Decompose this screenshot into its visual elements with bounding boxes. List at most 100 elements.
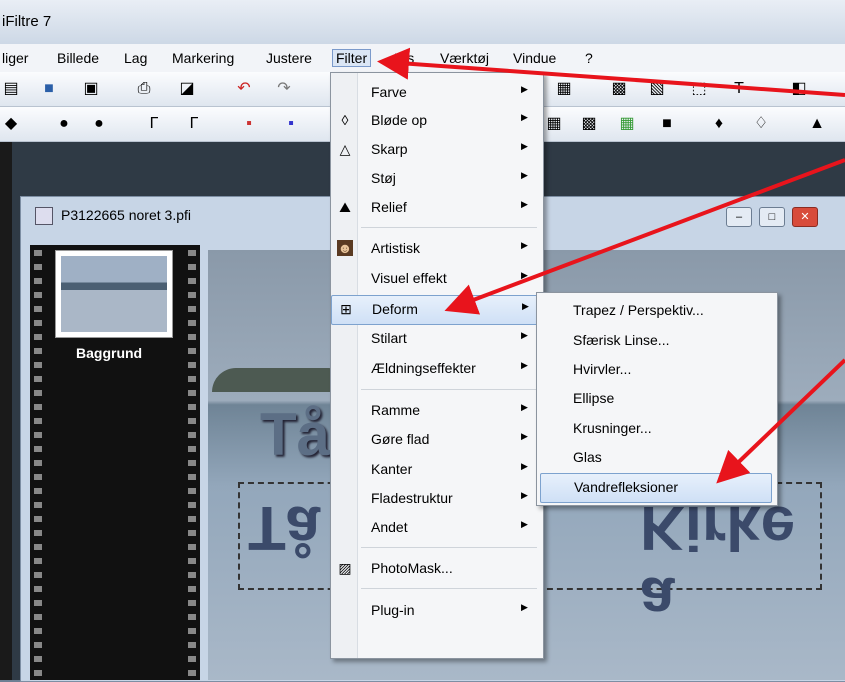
submenu-item-hvirvler[interactable]: Hvirvler...	[537, 356, 777, 384]
menu-vaerktoj[interactable]: Værktøj	[440, 50, 489, 66]
submenu-item-ellipse[interactable]: Ellipse	[537, 385, 777, 413]
menu-item-aeldningseffekter[interactable]: Ældningseffekter ▶	[331, 355, 543, 383]
drop-icon[interactable]: ♦	[710, 115, 728, 133]
menu-item-stoj[interactable]: Støj ▶	[331, 165, 543, 193]
menu-vis[interactable]: Vis	[395, 50, 414, 66]
undo-icon[interactable]: ↶	[235, 80, 253, 98]
tool-icon[interactable]: Γ	[185, 115, 203, 133]
menu-item-label: Plug-in	[371, 602, 415, 618]
submenu-arrow-icon: ▶	[521, 84, 528, 94]
print-icon[interactable]: ⎙	[135, 80, 153, 98]
workspace-strip	[0, 142, 12, 680]
open-icon[interactable]: ▤	[2, 80, 20, 98]
tool-icon[interactable]: ◧	[790, 80, 808, 98]
menu-item-label: Relief	[371, 199, 407, 215]
submenu-arrow-icon: ▶	[521, 270, 528, 280]
submenu-arrow-icon: ▶	[521, 431, 528, 441]
menu-rediger[interactable]: liger	[2, 50, 28, 66]
submenu-arrow-icon: ▶	[521, 240, 528, 250]
film-perforation	[34, 530, 42, 536]
tool-icon[interactable]: ▦	[545, 115, 563, 133]
submenu-item-label: Ellipse	[573, 390, 615, 406]
menu-markering[interactable]: Markering	[172, 50, 234, 66]
menu-item-ramme[interactable]: Ramme ▶	[331, 397, 543, 425]
maximize-button[interactable]: □	[759, 207, 785, 227]
menu-justere[interactable]: Justere	[266, 50, 312, 66]
film-perforation	[34, 348, 42, 354]
menu-item-stilart[interactable]: Stilart ▶	[331, 325, 543, 353]
tool-icon[interactable]: ▦	[618, 115, 636, 133]
submenu-item-label: Krusninger...	[573, 420, 652, 436]
submenu-item-sfaerisk-linse[interactable]: Sfærisk Linse...	[537, 327, 777, 355]
tool-icon[interactable]: ▧	[648, 80, 666, 98]
relief-icon[interactable]: ▲	[808, 115, 826, 133]
document-title: P3122665 noret 3.pfi	[61, 207, 191, 223]
menu-separator	[361, 389, 537, 390]
drop-icon[interactable]: ♢	[752, 115, 770, 133]
film-perforation	[34, 292, 42, 298]
menu-item-farve[interactable]: Farve ▶	[331, 79, 543, 107]
menu-help[interactable]: ?	[585, 50, 593, 66]
menu-item-plug-in[interactable]: Plug-in ▶	[331, 597, 543, 625]
film-perforation	[34, 642, 42, 648]
film-perforation	[34, 544, 42, 550]
tool-icon[interactable]: ■	[658, 115, 676, 133]
film-perforation	[34, 334, 42, 340]
submenu-item-krusninger[interactable]: Krusninger...	[537, 415, 777, 443]
tool-icon[interactable]: ▪	[240, 115, 258, 133]
text-icon[interactable]: T	[730, 80, 748, 98]
save-as-icon[interactable]: ▣	[82, 80, 100, 98]
film-perforation	[34, 432, 42, 438]
film-perforation	[188, 544, 196, 550]
redo-icon[interactable]: ↷	[275, 80, 293, 98]
submenu-item-trapez[interactable]: Trapez / Perspektiv...	[537, 297, 777, 325]
film-perforation	[188, 642, 196, 648]
menu-item-visuel-effekt[interactable]: Visuel effekt ▶	[331, 265, 543, 293]
menu-item-label: Deform	[372, 301, 418, 317]
save-icon[interactable]: ■	[40, 80, 58, 98]
submenu-item-vandrefleksioner[interactable]: Vandrefleksioner	[540, 473, 772, 503]
menu-item-photomask[interactable]: ▨ PhotoMask...	[331, 555, 543, 583]
menu-filter[interactable]: Filter	[332, 49, 372, 67]
menu-separator	[361, 227, 537, 228]
tool-icon[interactable]: Γ	[145, 115, 163, 133]
menu-lag[interactable]: Lag	[124, 50, 147, 66]
close-button[interactable]: ✕	[792, 207, 818, 227]
menu-item-kanter[interactable]: Kanter ▶	[331, 456, 543, 484]
tool-icon[interactable]: ▩	[610, 80, 628, 98]
film-perforation	[188, 362, 196, 368]
deform-submenu: Trapez / Perspektiv... Sfærisk Linse... …	[536, 292, 778, 506]
film-perforation	[188, 278, 196, 284]
film-perforation	[34, 250, 42, 256]
menu-item-fladestruktur[interactable]: Fladestruktur ▶	[331, 485, 543, 513]
tool-icon[interactable]: ◆	[2, 115, 20, 133]
menu-item-label: Ramme	[371, 402, 421, 418]
menu-item-deform[interactable]: ⊞ Deform ▶	[331, 295, 545, 325]
menu-vindue[interactable]: Vindue	[513, 50, 556, 66]
minimize-button[interactable]: –	[726, 207, 752, 227]
menu-item-andet[interactable]: Andet ▶	[331, 514, 543, 542]
tool-icon[interactable]: ▩	[580, 115, 598, 133]
layer-thumbnail[interactable]	[55, 250, 173, 338]
menu-item-label: Skarp	[371, 141, 408, 157]
menu-billede[interactable]: Billede	[57, 50, 99, 66]
reflection-text-left: Tå	[248, 493, 321, 562]
menu-item-blode-op[interactable]: ◊ Bløde op ▶	[331, 107, 543, 135]
tool-icon[interactable]: ●	[90, 115, 108, 133]
tool-icon[interactable]: ●	[55, 115, 73, 133]
tool-icon[interactable]: ▪	[282, 115, 300, 133]
scan-icon[interactable]: ◪	[178, 80, 196, 98]
submenu-item-glas[interactable]: Glas	[537, 444, 777, 472]
menu-item-relief[interactable]: ⛰ Relief ▶	[331, 194, 543, 222]
menu-item-label: Visuel effekt	[371, 270, 447, 286]
film-perforation	[34, 404, 42, 410]
film-perforation	[34, 516, 42, 522]
menu-item-skarp[interactable]: △ Skarp ▶	[331, 136, 543, 164]
film-perforation	[188, 530, 196, 536]
submenu-arrow-icon: ▶	[521, 519, 528, 529]
menu-item-artistisk[interactable]: ☻ Artistisk ▶	[331, 235, 543, 263]
menu-item-gore-flad[interactable]: Gøre flad ▶	[331, 426, 543, 454]
select-icon[interactable]: ⬚	[690, 80, 708, 98]
tool-icon[interactable]: ▦	[555, 80, 573, 98]
film-perforation	[34, 446, 42, 452]
